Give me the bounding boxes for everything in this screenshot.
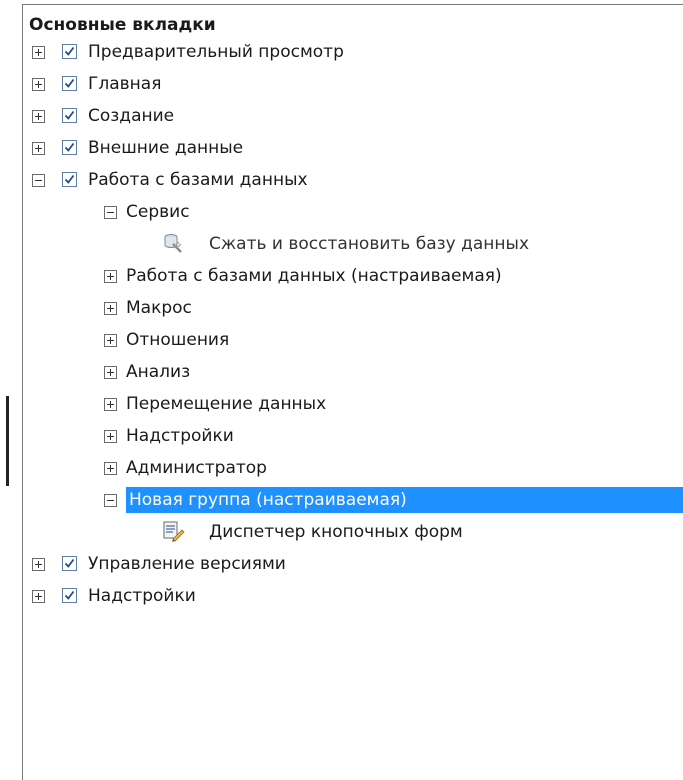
- tab-checkbox[interactable]: [62, 556, 77, 571]
- command-compact-repair[interactable]: Сжать и восстановить базу данных: [23, 228, 683, 260]
- group-label: Новая группа (настраиваемая): [129, 490, 407, 510]
- tree-item-label: Управление версиями: [88, 554, 286, 574]
- expand-icon[interactable]: [32, 558, 45, 571]
- group-label: Работа с базами данных (настраиваемая): [126, 266, 502, 286]
- tree-item-addins[interactable]: Надстройки: [23, 580, 683, 612]
- expand-icon[interactable]: [104, 430, 117, 443]
- expand-icon[interactable]: [104, 366, 117, 379]
- expand-icon[interactable]: [104, 398, 117, 411]
- group-move-data[interactable]: Перемещение данных: [23, 388, 683, 420]
- command-label: Сжать и восстановить базу данных: [209, 234, 530, 254]
- tab-checkbox[interactable]: [62, 140, 77, 155]
- group-label: Отношения: [126, 330, 230, 350]
- tree-item-preview[interactable]: Предварительный просмотр: [23, 36, 683, 68]
- collapse-icon[interactable]: [32, 174, 45, 187]
- group-dbtools-custom[interactable]: Работа с базами данных (настраиваемая): [23, 260, 683, 292]
- tree-item-label: Работа с базами данных: [88, 170, 308, 190]
- tree-item-label: Внешние данные: [88, 138, 244, 158]
- group-macro[interactable]: Макрос: [23, 292, 683, 324]
- tab-checkbox[interactable]: [62, 588, 77, 603]
- tree-item-version-control[interactable]: Управление версиями: [23, 548, 683, 580]
- expand-icon[interactable]: [32, 78, 45, 91]
- switchboard-manager-icon: [161, 519, 185, 543]
- expand-icon[interactable]: [32, 110, 45, 123]
- expand-icon[interactable]: [104, 334, 117, 347]
- collapse-icon[interactable]: [104, 206, 117, 219]
- expand-icon[interactable]: [32, 46, 45, 59]
- tabs-tree-panel: Основные вкладки Предварительный просмот…: [22, 4, 683, 780]
- group-addins[interactable]: Надстройки: [23, 420, 683, 452]
- expand-icon[interactable]: [32, 590, 45, 603]
- tree-item-label: Предварительный просмотр: [88, 42, 344, 62]
- tab-checkbox[interactable]: [62, 44, 77, 59]
- tree-item-create[interactable]: Создание: [23, 100, 683, 132]
- compact-repair-icon: [161, 231, 185, 255]
- group-label: Перемещение данных: [126, 394, 327, 414]
- group-label: Администратор: [126, 458, 267, 478]
- expand-icon[interactable]: [104, 302, 117, 315]
- tree-item-label: Надстройки: [88, 586, 196, 606]
- tab-checkbox[interactable]: [62, 108, 77, 123]
- group-label: Анализ: [126, 362, 191, 382]
- left-edge-mark: [6, 396, 9, 486]
- tab-checkbox[interactable]: [62, 172, 77, 187]
- expand-icon[interactable]: [104, 270, 117, 283]
- group-label: Сервис: [126, 202, 190, 222]
- command-label: Диспетчер кнопочных форм: [209, 522, 463, 542]
- expand-icon[interactable]: [104, 462, 117, 475]
- group-relations[interactable]: Отношения: [23, 324, 683, 356]
- group-admin[interactable]: Администратор: [23, 452, 683, 484]
- group-service[interactable]: Сервис: [23, 196, 683, 228]
- tree-item-home[interactable]: Главная: [23, 68, 683, 100]
- group-analysis[interactable]: Анализ: [23, 356, 683, 388]
- main-tabs-header: Основные вкладки: [29, 15, 216, 35]
- tree-item-label: Главная: [88, 74, 162, 94]
- group-label: Макрос: [126, 298, 192, 318]
- expand-icon[interactable]: [32, 142, 45, 155]
- selection-highlight: Новая группа (настраиваемая): [126, 487, 683, 513]
- tree-item-external-data[interactable]: Внешние данные: [23, 132, 683, 164]
- tab-checkbox[interactable]: [62, 76, 77, 91]
- collapse-icon[interactable]: [104, 494, 117, 507]
- group-new-custom[interactable]: Новая группа (настраиваемая): [23, 484, 683, 516]
- tree-item-database-tools[interactable]: Работа с базами данных: [23, 164, 683, 196]
- tree-item-label: Создание: [88, 106, 175, 126]
- command-switchboard-manager[interactable]: Диспетчер кнопочных форм: [23, 516, 683, 548]
- group-label: Надстройки: [126, 426, 234, 446]
